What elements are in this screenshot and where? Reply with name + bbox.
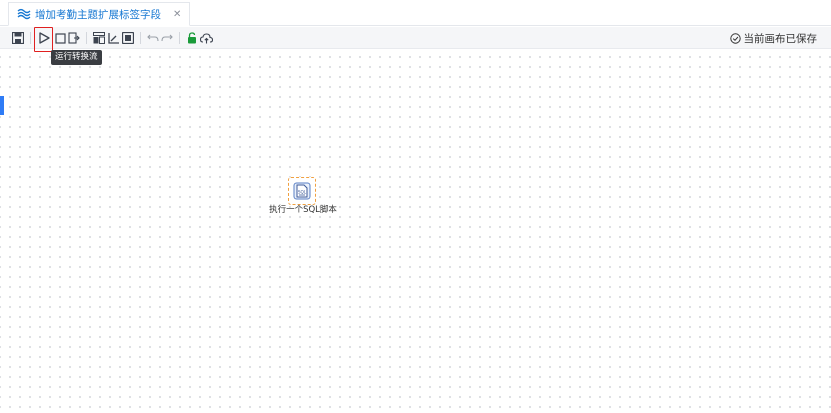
- analyze-button[interactable]: [107, 30, 121, 46]
- layout-button[interactable]: [92, 30, 106, 46]
- node-label: 执行一个SQL脚本: [269, 205, 337, 215]
- publish-button[interactable]: [199, 30, 213, 46]
- toolbar-divider: [179, 32, 180, 44]
- tab-transformation[interactable]: 增加考勤主题扩展标签字段 ✕: [8, 2, 191, 26]
- cloud-upload-icon: [199, 32, 213, 43]
- svg-text:SQL: SQL: [298, 190, 307, 195]
- toolbar-divider: [140, 32, 141, 44]
- lock-icon: [188, 32, 196, 44]
- toolbar: [0, 27, 831, 49]
- flow-icon: [17, 8, 31, 20]
- save-icon: [12, 32, 24, 44]
- run-button-highlight: [34, 27, 53, 52]
- redo-button[interactable]: [160, 30, 174, 46]
- left-panel-handle[interactable]: [0, 96, 4, 115]
- fit-button[interactable]: [121, 30, 135, 46]
- export-icon: [68, 32, 80, 44]
- sql-script-icon: SQL: [293, 182, 311, 200]
- toolbar-divider: [86, 32, 87, 44]
- stop-button[interactable]: [53, 30, 67, 46]
- flow-canvas[interactable]: [0, 50, 831, 413]
- run-tooltip: 运行转换流: [51, 50, 102, 65]
- save-button[interactable]: [11, 30, 25, 46]
- toolbar-divider: [30, 32, 31, 44]
- undo-button[interactable]: [146, 30, 160, 46]
- save-status-text: 当前画布已保存: [743, 33, 818, 45]
- save-status: 当前画布已保存: [729, 31, 818, 46]
- tab-title: 增加考勤主题扩展标签字段: [35, 8, 161, 21]
- canvas-node-sql-script[interactable]: SQL: [288, 177, 316, 205]
- redo-icon: [161, 34, 173, 42]
- fit-icon: [122, 32, 134, 44]
- undo-icon: [147, 34, 159, 42]
- tab-bar: 增加考勤主题扩展标签字段 ✕: [0, 0, 831, 26]
- close-icon[interactable]: ✕: [173, 9, 181, 20]
- chart-icon: [108, 33, 119, 44]
- export-button[interactable]: [67, 30, 81, 46]
- check-circle-icon: [729, 33, 741, 44]
- stop-icon: [54, 32, 66, 44]
- grid-icon: [93, 32, 105, 44]
- lock-button[interactable]: [185, 30, 199, 46]
